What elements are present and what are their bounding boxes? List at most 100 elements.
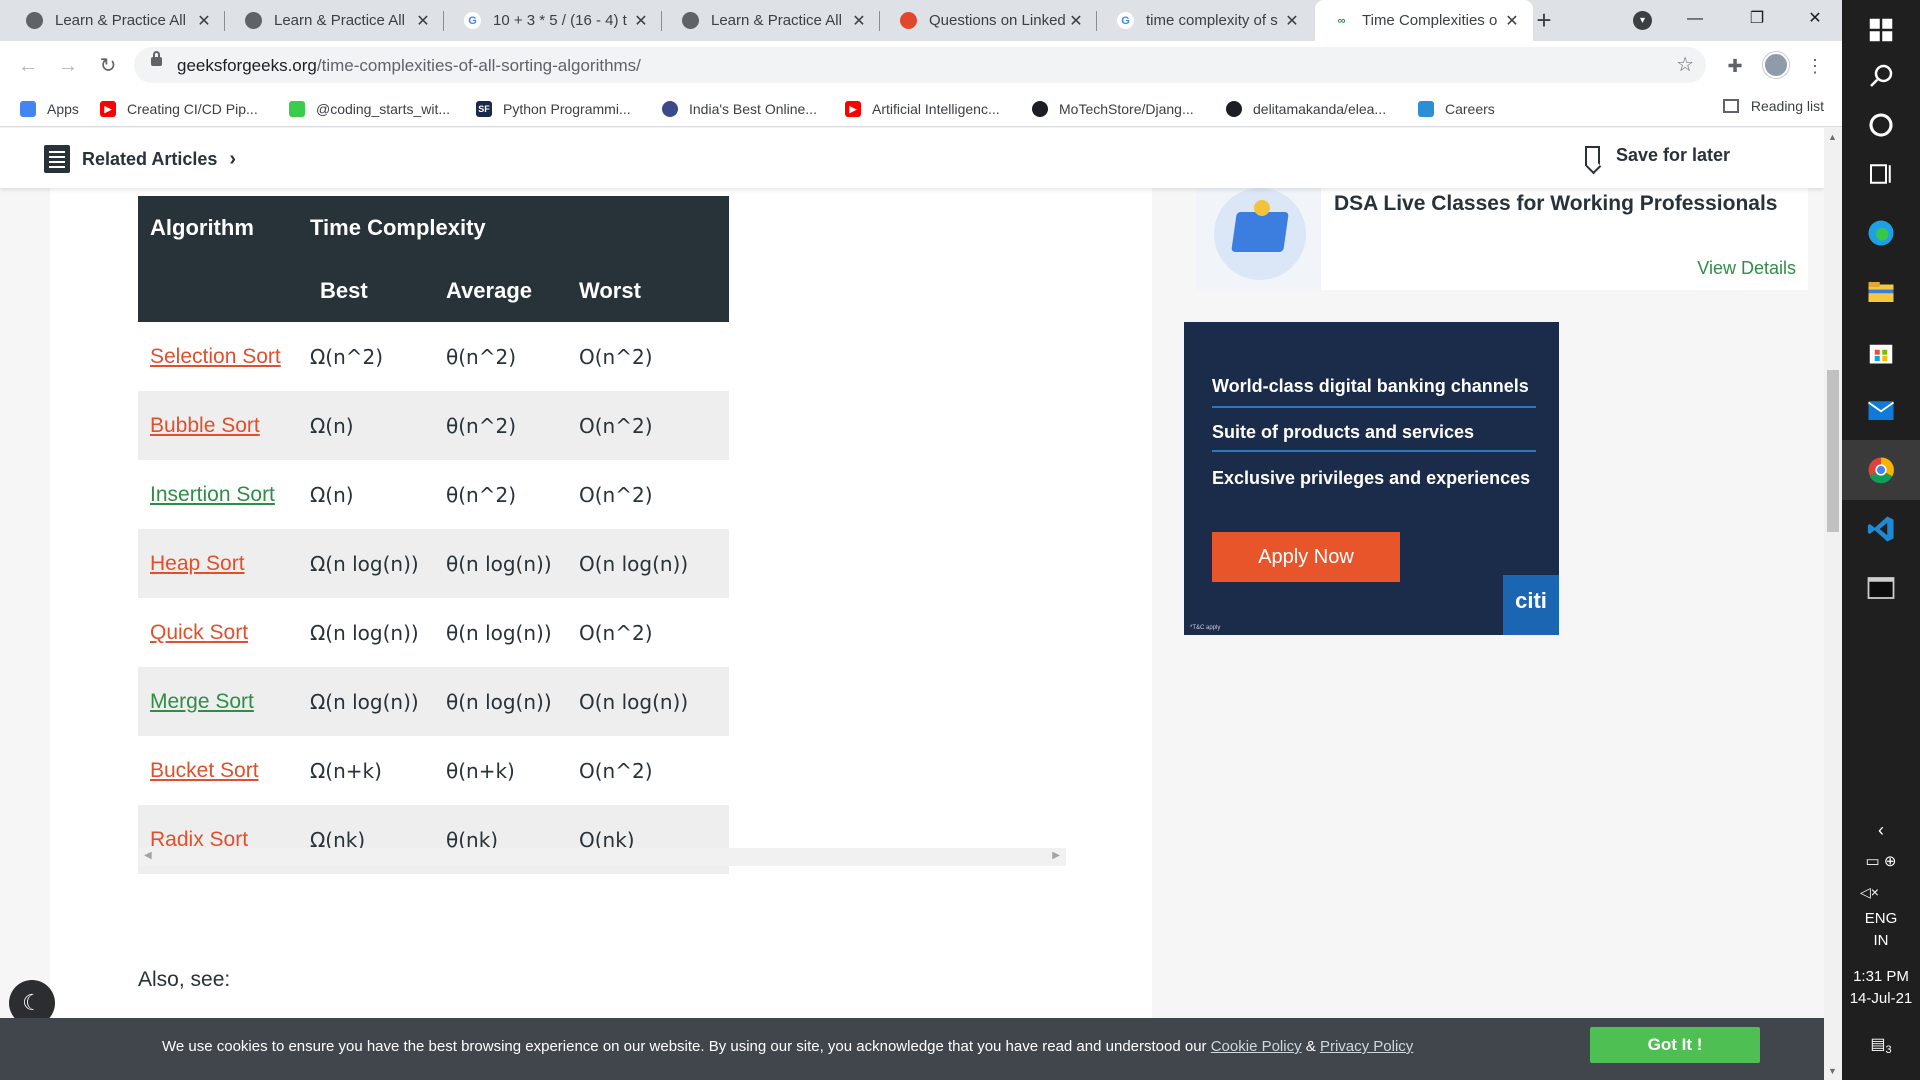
- bookmarks-bar: Apps ▶ Creating CI/CD Pip... @coding_starts…: [0, 90, 1842, 127]
- file-explorer-icon[interactable]: [1842, 262, 1920, 322]
- bookmark-item[interactable]: Apps: [20, 98, 79, 120]
- bookmark-label: India's Best Online...: [689, 101, 817, 117]
- close-tab-icon[interactable]: ✕: [630, 11, 652, 31]
- language-region[interactable]: IN: [1842, 932, 1920, 949]
- apply-now-button[interactable]: Apply Now: [1212, 532, 1400, 582]
- view-details-link[interactable]: View Details: [1697, 258, 1796, 279]
- microsoft-store-icon[interactable]: [1842, 321, 1920, 381]
- related-articles-button[interactable]: Related Articles ›: [44, 145, 236, 173]
- reload-icon[interactable]: ↻: [92, 50, 124, 82]
- algorithm-link[interactable]: Merge Sort: [150, 690, 254, 713]
- globe-icon: [245, 12, 262, 29]
- scroll-down-icon[interactable]: ▼: [1828, 1066, 1837, 1076]
- forward-arrow-icon[interactable]: →: [52, 50, 84, 82]
- browser-tab[interactable]: Questions on Linked ✕: [882, 0, 1097, 41]
- globe-icon: [26, 12, 43, 29]
- reading-list-button[interactable]: Reading list: [1722, 98, 1824, 114]
- dsa-course-card[interactable]: DSA Live Classes for Working Professiona…: [1196, 188, 1808, 290]
- extensions-puzzle-icon[interactable]: ✚: [1720, 51, 1750, 81]
- worst-case-cell: O(n log(n)): [567, 667, 729, 736]
- github-icon: [1032, 101, 1048, 117]
- also-see-text: Also, see:: [138, 968, 231, 991]
- bookmark-item[interactable]: ▶ Artificial Intelligenc...: [845, 98, 1000, 120]
- scroll-left-icon[interactable]: ◀: [144, 850, 152, 861]
- scroll-right-icon[interactable]: ▶: [1052, 850, 1060, 861]
- close-tab-icon[interactable]: ✕: [1065, 11, 1087, 31]
- bookmark-item[interactable]: SF Python Programmi...: [476, 98, 631, 120]
- profile-avatar[interactable]: [1763, 52, 1789, 78]
- task-view-icon[interactable]: [1842, 144, 1920, 204]
- close-tab-icon[interactable]: ✕: [1281, 11, 1303, 31]
- browser-tab[interactable]: Gtime complexity of s ✕: [1099, 0, 1313, 41]
- browser-tab[interactable]: Learn & Practice All ✕: [8, 0, 225, 41]
- restore-button[interactable]: ❐: [1732, 4, 1782, 34]
- algorithm-cell: Heap Sort: [138, 529, 298, 598]
- youtube-icon: ▶: [845, 101, 861, 117]
- terminal-icon[interactable]: [1842, 558, 1920, 618]
- algorithm-cell: Merge Sort: [138, 667, 298, 736]
- accept-cookies-button[interactable]: Got It !: [1590, 1027, 1760, 1063]
- scroll-up-icon[interactable]: ▲: [1828, 132, 1837, 142]
- algorithm-link[interactable]: Heap Sort: [150, 552, 245, 575]
- chrome-icon[interactable]: [1842, 440, 1920, 500]
- address-bar[interactable]: geeksforgeeks.org/time-complexities-of-a…: [134, 47, 1706, 83]
- tab-search-icon[interactable]: ▾: [1633, 11, 1652, 30]
- new-tab-button[interactable]: +: [1528, 6, 1560, 36]
- best-case-cell: Ω(n^2): [310, 344, 384, 369]
- close-tab-icon[interactable]: ✕: [412, 11, 434, 31]
- vscode-icon[interactable]: [1842, 499, 1920, 559]
- cookie-policy-link[interactable]: Cookie Policy: [1211, 1038, 1302, 1055]
- average-case-cell: θ(n+k): [446, 758, 515, 783]
- clock-date[interactable]: 14-Jul-21: [1842, 990, 1920, 1007]
- close-tab-icon[interactable]: ✕: [1501, 11, 1523, 31]
- url-text[interactable]: geeksforgeeks.org/time-complexities-of-a…: [177, 56, 641, 76]
- bookmark-item[interactable]: Careers: [1418, 98, 1495, 120]
- bookmark-item[interactable]: delitamakanda/elea...: [1226, 98, 1386, 120]
- browser-tab[interactable]: Learn & Practice All ✕: [227, 0, 444, 41]
- algorithm-link[interactable]: Selection Sort: [150, 345, 281, 368]
- table-row: Quick Sort Ω(n log(n)) θ(n log(n)) O(n^2): [138, 598, 729, 667]
- close-tab-icon[interactable]: ✕: [848, 11, 870, 31]
- algorithm-link[interactable]: Bucket Sort: [150, 759, 259, 782]
- bookmark-item[interactable]: @coding_starts_wit...: [289, 98, 450, 120]
- related-articles-label: Related Articles: [82, 148, 218, 169]
- notifications-icon[interactable]: ▤3: [1842, 1034, 1920, 1056]
- back-arrow-icon[interactable]: ←: [12, 50, 44, 82]
- close-window-button[interactable]: ✕: [1790, 4, 1840, 34]
- menu-kebab-icon[interactable]: ⋮: [1800, 51, 1830, 81]
- volume-muted-icon[interactable]: ◁×: [1842, 884, 1920, 901]
- algorithm-link[interactable]: Bubble Sort: [150, 414, 260, 437]
- worst-case-cell: O(n^2): [579, 758, 653, 783]
- bookmark-item[interactable]: ▶ Creating CI/CD Pip...: [100, 98, 258, 120]
- worst-case-cell: O(n^2): [579, 344, 653, 369]
- bookmark-label: Python Programmi...: [503, 101, 631, 117]
- header-worst: Worst: [567, 260, 729, 322]
- google-icon: G: [1117, 12, 1134, 29]
- browser-tab[interactable]: G 10 + 3 * 5 / (16 - 4) t ✕: [446, 0, 662, 41]
- bookmark-star-icon[interactable]: ☆: [1676, 52, 1694, 77]
- network-battery-icon[interactable]: ▭ ⊕: [1842, 852, 1920, 870]
- windows-taskbar: ‹ ▭ ⊕ ◁× ENG IN 1:31 PM 14-Jul-21 ▤3: [1842, 0, 1920, 1080]
- browser-tab[interactable]: ∞ Time Complexities o ✕: [1315, 0, 1533, 41]
- browser-tab[interactable]: Learn & Practice All ✕: [664, 0, 880, 41]
- edge-browser-icon[interactable]: [1842, 203, 1920, 263]
- scrollbar-thumb[interactable]: [1827, 370, 1839, 532]
- close-tab-icon[interactable]: ✕: [193, 11, 215, 31]
- show-hidden-icons-chevron-icon[interactable]: ‹: [1842, 820, 1920, 841]
- save-for-later-button[interactable]: Save for later: [1584, 145, 1730, 166]
- clock-time[interactable]: 1:31 PM: [1842, 968, 1920, 985]
- privacy-policy-link[interactable]: Privacy Policy: [1320, 1038, 1413, 1055]
- best-case-cell: Ω(n+k): [310, 758, 382, 783]
- bookmark-item[interactable]: India's Best Online...: [662, 98, 817, 120]
- algorithm-link[interactable]: Quick Sort: [150, 621, 248, 644]
- average-case-cell: θ(n log(n)): [434, 529, 567, 598]
- language-code[interactable]: ENG: [1842, 910, 1920, 927]
- lock-icon[interactable]: [151, 51, 162, 66]
- minimize-button[interactable]: —: [1670, 4, 1720, 34]
- algorithm-link[interactable]: Insertion Sort: [150, 483, 275, 506]
- bookmark-item[interactable]: MoTechStore/Djang...: [1032, 98, 1194, 120]
- citi-advertisement[interactable]: World-class digital banking channels Sui…: [1184, 322, 1559, 635]
- table-horizontal-scrollbar[interactable]: ◀ ▶: [138, 848, 1066, 866]
- page-vertical-scrollbar[interactable]: ▲ ▼: [1824, 128, 1842, 1080]
- mail-icon[interactable]: [1842, 380, 1920, 440]
